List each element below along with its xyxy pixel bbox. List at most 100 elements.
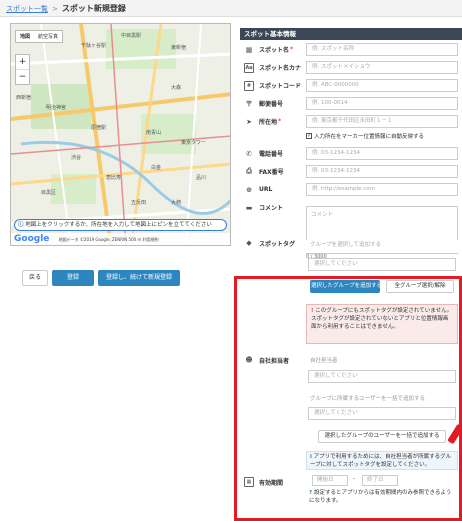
field-row-validity: ▦ 有効期間 [240,476,462,488]
map-place-label: 五反田 [131,200,147,206]
map-place-label: 渋谷 [71,155,82,161]
page-title: スポット新規登録 [61,4,126,13]
field-label-comment: コメント [259,205,284,212]
map-place-label: 大崎 [171,200,182,206]
field-label-spot-name: スポット名 [259,47,290,54]
assignee-info-alert: i アプリで利用するためには、自社担当者が所属するグループに対してスポットタグを… [306,451,458,470]
map-place-label: 千駄ヶ谷駅 [81,43,107,49]
hash-icon: # [244,80,254,91]
auto-marker-checkbox[interactable]: ✓ [306,133,312,139]
field-row-url: ⊕ URL 例. http://example.com [240,182,462,197]
field-row-spot-code: # スポットコード 例. ABC-0000000 [240,78,462,93]
register-and-continue-button[interactable]: 登録し、続けて新規登録 [98,270,180,286]
auto-marker-checkbox-row[interactable]: ✓ 入力所在をマーカー位置情報に自動反映する [306,132,424,140]
zoom-in-button[interactable]: + [16,55,29,70]
required-mark: * [278,118,282,125]
map-place-label: 東新宿 [171,45,187,51]
field-label-postcode: 郵便番号 [259,101,284,108]
info-icon: ⓘ [18,222,24,228]
field-row-phone: ✆ 電話番号 例. 03-1234-1234 [240,146,462,161]
fax-icon: ⎙ [246,167,252,175]
validity-start-input[interactable]: 開始日 [312,475,348,486]
map-place-label: 南青山 [146,130,162,136]
validity-hint-text: 設定するとアプリからは有効期間内のみ参照できるようになります。 [309,490,452,504]
map-attribution[interactable]: 地図データ ©2019 Google, ZENRIN 500 m 利用規約 [59,237,159,242]
validity-end-input[interactable]: 終了日 [362,475,398,486]
map-tab-map[interactable]: 地図 [16,31,34,42]
map-footer: Google 地図データ ©2019 Google, ZENRIN 500 m … [11,233,230,245]
toggle-all-groups-button[interactable]: 全グループ選択/解除 [386,280,454,293]
kana-icon: Aa [244,62,254,73]
url-input[interactable]: 例. http://example.com [306,183,458,196]
field-row-spot-name: ▦ スポット名 * 例. スポット名称 [240,42,462,57]
add-selected-group-button[interactable]: 選択したグループを追加する [310,280,382,293]
map-instruction-note: ⓘ 地図上をクリックするか、所在地を入力して地図上にピンを立ててください [14,219,227,231]
map-place-label: 明治神宮 [46,105,67,111]
breadcrumb-link-spot-list[interactable]: スポット一覧 [6,5,48,13]
warning-icon: ! [311,308,314,314]
info-icon: i [310,454,312,460]
register-button[interactable]: 登録 [52,270,94,286]
map-tab-satellite[interactable]: 航空写真 [34,31,62,42]
bulk-add-users-button[interactable]: 選択したグループのユーザーを一括で追加する [318,430,446,443]
field-label-spot-code: スポットコード [259,83,302,90]
fax-input[interactable]: 例. 03-1234-1234 [306,165,458,178]
zoom-out-button[interactable]: − [16,70,29,84]
tag-warning-alert: ! このグループにもスポットタグが設定されていません。スポットタグが設定されてい… [306,304,458,344]
map-type-tabs: 地図 航空写真 [15,30,64,43]
building-icon: ▦ [245,45,253,54]
tag-icon: ◆ [246,239,252,247]
field-row-spot-kana: Aa スポット名カナ 例. スポットメイショウ [240,60,462,75]
field-label-url: URL [259,186,273,193]
field-label-fax: FAX番号 [259,169,284,176]
breadcrumb-separator: > [52,5,58,13]
required-mark: * [290,46,294,53]
google-logo: Google [14,234,50,244]
spot-kana-input[interactable]: 例. スポットメイショウ [306,61,458,74]
postcode-icon: 〒 [245,99,253,108]
map-place-label: 恵比寿 [106,175,122,181]
breadcrumb: スポット一覧 > スポット新規登録 [0,0,462,17]
question-icon: ? [309,490,313,496]
users-icon: ☻ [245,356,253,364]
phone-input[interactable]: 例. 03-1234-1234 [306,147,458,160]
address-input[interactable]: 例. 東京都千代田区永田町１－１ [306,115,458,128]
assignee-section-label: 自社担当者 [310,358,338,364]
location-arrow-icon: ➤ [246,117,252,126]
map-place-label: 品川 [196,175,207,181]
panel-title: スポット基本情報 [240,28,462,40]
field-label-spot-kana: スポット名カナ [259,65,302,72]
validity-separator: - [353,475,356,482]
field-label-validity: 有効期間 [259,479,284,487]
field-row-fax: ⎙ FAX番号 例. 03-1234-1234 [240,164,462,179]
tag-group-placeholder: グループを選択して追加する [306,240,458,253]
map-place-label: 西新宿 [16,95,32,101]
field-label-assignee: 自社担当者 [259,357,290,365]
field-label-spot-tag: スポットタグ [259,240,296,248]
map-place-label: 白金 [151,165,162,171]
tag-warning-text: このグループにもスポットタグが設定されていません。スポットタグが設定されていない… [311,308,453,330]
tag-group-select[interactable]: 選択してください [308,258,456,271]
map-view[interactable]: 地図 航空写真 + − 中目黒駅 千駄ヶ谷駅 東新宿 西新宿 大森 明治神宮 渋谷… [10,23,231,246]
auto-marker-checkbox-label: 入力所在をマーカー位置情報に自動反映する [314,134,425,140]
group-users-select[interactable]: 選択してください [308,407,456,420]
field-label-address: 所在地 [259,119,278,126]
validity-hint: ? 設定するとアプリからは有効期間内のみ参照できるようになります。 [306,488,458,508]
map-place-label: 東京タワー [181,140,207,146]
map-canvas [11,24,230,245]
spot-code-input[interactable]: 例. ABC-0000000 [306,79,458,92]
group-users-label: グループに所属するユーザーを一括で追加する [310,396,426,402]
field-row-postcode: 〒郵便番号 例. 100-0014 [240,96,462,111]
map-place-label: 中目黒駅 [121,33,142,39]
map-place-label: 原宿駅 [91,125,107,131]
phone-icon: ✆ [246,149,252,158]
assignee-select[interactable]: 選択してください [308,370,456,383]
field-row-assignee: ☻ 自社担当者 [240,354,462,366]
postcode-input[interactable]: 例. 100-0014 [306,97,458,110]
globe-icon: ⊕ [246,185,252,194]
field-label-phone: 電話番号 [259,151,284,158]
map-place-label: 大森 [171,85,182,91]
spot-name-input[interactable]: 例. スポット名称 [306,43,458,56]
back-button[interactable]: 戻る [22,270,48,286]
map-zoom-control: + − [15,54,30,85]
